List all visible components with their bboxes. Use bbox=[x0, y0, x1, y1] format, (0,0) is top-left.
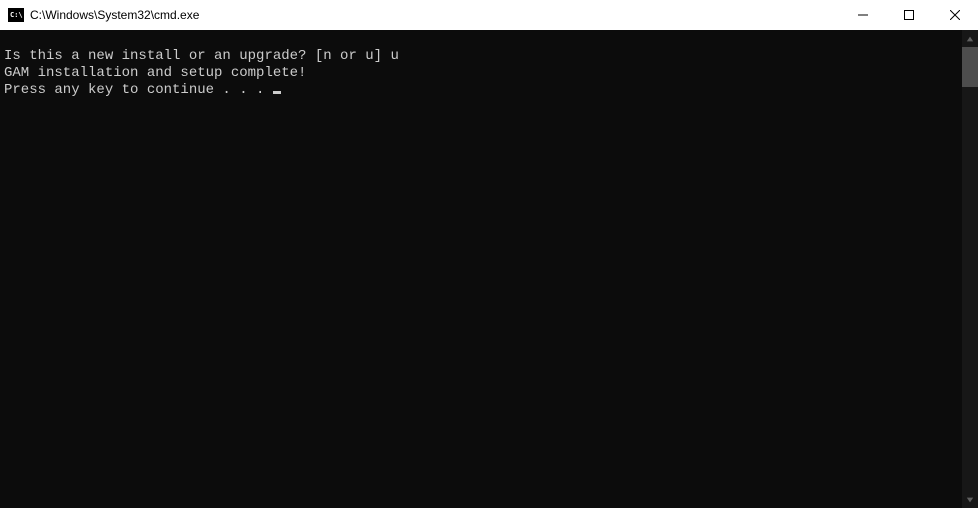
terminal-line: Press any key to continue . . . bbox=[4, 82, 273, 98]
scroll-up-button[interactable] bbox=[962, 30, 978, 47]
terminal-content-area: Is this a new install or an upgrade? [n … bbox=[0, 30, 978, 508]
terminal-output[interactable]: Is this a new install or an upgrade? [n … bbox=[0, 30, 962, 508]
minimize-button[interactable] bbox=[840, 0, 886, 30]
window-title: C:\Windows\System32\cmd.exe bbox=[30, 8, 199, 22]
terminal-line: GAM installation and setup complete! bbox=[4, 65, 306, 81]
scroll-thumb[interactable] bbox=[962, 47, 978, 87]
terminal-line: Is this a new install or an upgrade? [n … bbox=[4, 48, 399, 64]
vertical-scrollbar[interactable] bbox=[962, 30, 978, 508]
window-controls bbox=[840, 0, 978, 30]
maximize-button[interactable] bbox=[886, 0, 932, 30]
cmd-icon: C:\ bbox=[8, 8, 24, 22]
close-button[interactable] bbox=[932, 0, 978, 30]
cmd-icon-text: C:\ bbox=[10, 12, 23, 19]
cursor-icon bbox=[273, 91, 281, 94]
scroll-down-button[interactable] bbox=[962, 491, 978, 508]
window-titlebar: C:\ C:\Windows\System32\cmd.exe bbox=[0, 0, 978, 30]
